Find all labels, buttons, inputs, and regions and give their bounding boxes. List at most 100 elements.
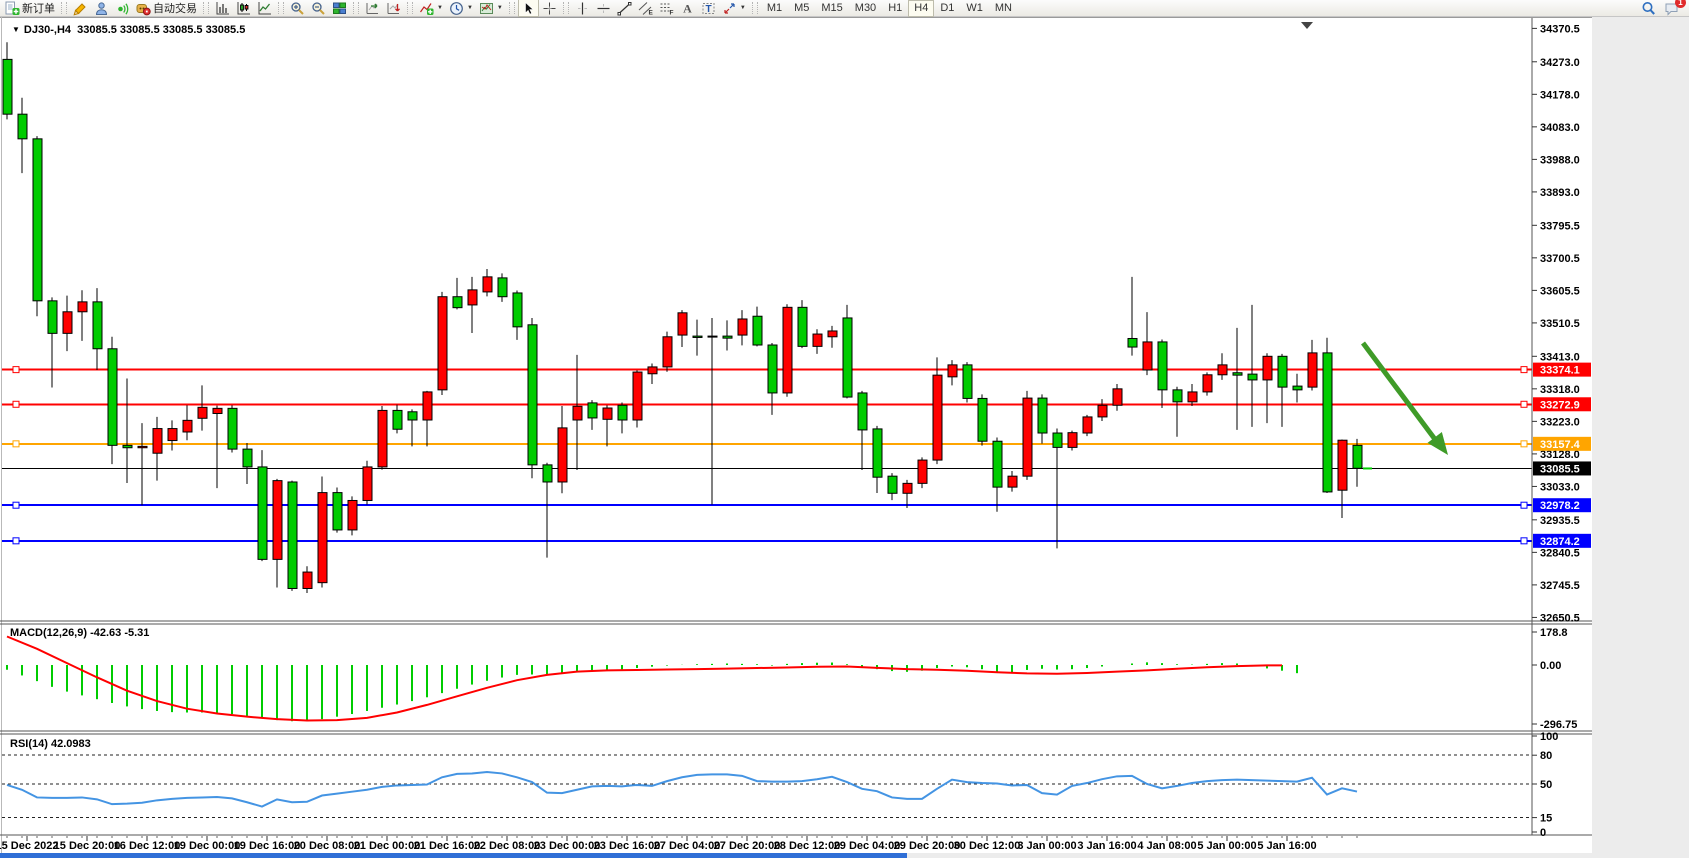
price-tick-label: 33988.0 — [1540, 154, 1580, 166]
date-tick-label: 3 Jan 16:00 — [1077, 840, 1136, 852]
candle-body — [633, 372, 642, 420]
symbol-dropdown-icon[interactable]: ▼ — [12, 25, 20, 34]
line-anchor[interactable] — [13, 441, 19, 447]
timeframe-M1-button[interactable]: M1 — [761, 0, 788, 17]
toolbar-line-chart-button[interactable] — [254, 0, 275, 17]
candle-body — [603, 408, 612, 419]
new-order-icon — [5, 1, 20, 16]
candle-body — [513, 293, 522, 327]
toolbar-templates-button[interactable]: ▼ — [476, 0, 506, 17]
signal-icon — [115, 1, 130, 16]
line-anchor[interactable] — [13, 367, 19, 373]
vline-icon — [575, 1, 590, 16]
chevron-down-icon[interactable]: ▼ — [497, 5, 503, 11]
toolbar-styler-button[interactable] — [70, 0, 91, 17]
candle-body — [918, 460, 927, 483]
candle-body — [1263, 356, 1272, 380]
candle-body — [903, 483, 912, 493]
candle-body — [18, 114, 27, 139]
macd-tick-label: -296.75 — [1540, 719, 1577, 731]
timeframe-MN-button[interactable]: MN — [989, 0, 1018, 17]
timeframe-H1-button[interactable]: H1 — [882, 0, 908, 17]
date-tick-label: 27 Dec 20:00 — [714, 840, 781, 852]
trendline-icon — [617, 1, 632, 16]
toolbar-cursor-button[interactable] — [518, 0, 539, 17]
date-tick-label: 5 Jan 16:00 — [1257, 840, 1316, 852]
toolbar-zoom-out-button[interactable] — [308, 0, 329, 17]
toolbar-bar-chart-button[interactable] — [212, 0, 233, 17]
toolbar: 新订单 自动交易 ▼ ▼ ▼ EFAT ▼ M1M5M15M30H1H4D1W1MN 1 — [0, 0, 1689, 17]
candle-body — [1323, 353, 1332, 492]
toolbar-fibonacci-retracement-button[interactable]: F — [656, 0, 677, 17]
toolbar-trendline-button[interactable] — [614, 0, 635, 17]
candle-body — [438, 297, 447, 390]
timeframe-M30-button[interactable]: M30 — [849, 0, 882, 17]
candle-body — [498, 278, 507, 297]
timeframe-M15-button[interactable]: M15 — [815, 0, 848, 17]
toolbar-candlestick-chart-button[interactable] — [233, 0, 254, 17]
candle-body — [1008, 476, 1017, 487]
candle-body — [1158, 342, 1167, 390]
line-anchor[interactable] — [13, 538, 19, 544]
toolbar-vertical-line-button[interactable] — [572, 0, 593, 17]
clock-icon — [449, 1, 464, 16]
svg-text:E: E — [648, 9, 653, 16]
line-anchor[interactable] — [1521, 502, 1527, 508]
toolbar-new-order-button[interactable]: 新订单 — [2, 0, 58, 17]
timeframe-D1-button[interactable]: D1 — [934, 0, 960, 17]
candle-body — [948, 365, 957, 377]
candle-body — [1068, 433, 1077, 448]
chart-canvas[interactable]: 34370.534273.034178.034083.033988.033893… — [0, 0, 1689, 858]
svg-text:33272.9: 33272.9 — [1540, 399, 1580, 411]
line-anchor[interactable] — [1521, 401, 1527, 407]
candle-body — [963, 365, 972, 399]
toolbar-periods-button[interactable]: ▼ — [446, 0, 476, 17]
price-tick-label: 34273.0 — [1540, 57, 1580, 69]
channel-icon: E — [638, 1, 653, 16]
candle-body — [318, 493, 327, 583]
date-tick-label: 16 Dec 12:00 — [114, 840, 181, 852]
toolbar-signals-button[interactable] — [112, 0, 133, 17]
toolbar-auto-scroll-button[interactable] — [383, 0, 404, 17]
chevron-down-icon[interactable]: ▼ — [467, 5, 473, 11]
toolbar-text-label-button[interactable]: T — [698, 0, 719, 17]
label-t-icon: T — [701, 1, 716, 16]
toolbar-tile-windows-button[interactable] — [329, 0, 350, 17]
price-tick-label: 32840.5 — [1540, 547, 1580, 559]
line-anchor[interactable] — [1521, 367, 1527, 373]
timeframe-H4-button[interactable]: H4 — [908, 0, 934, 17]
candle-body — [1083, 417, 1092, 433]
toolbar-equidistant-channel-button[interactable]: E — [635, 0, 656, 17]
toolbar-separator — [752, 2, 758, 14]
candle-body — [1353, 445, 1362, 468]
candle-body — [213, 408, 222, 413]
toolbar-auto-trading-button[interactable]: 自动交易 — [133, 0, 200, 17]
date-tick-label: 22 Dec 08:00 — [474, 840, 541, 852]
timeframe-M5-button[interactable]: M5 — [788, 0, 815, 17]
toolbar-text-button[interactable]: A — [677, 0, 698, 17]
toolbar-indicators-button[interactable]: ▼ — [416, 0, 446, 17]
timeframe-W1-button[interactable]: W1 — [960, 0, 989, 17]
toolbar-right-icons: 1 — [1641, 1, 1679, 16]
date-tick-label: 20 Dec 08:00 — [294, 840, 361, 852]
toolbar-search-button[interactable] — [1641, 1, 1656, 16]
toolbar-shift-chart-end-button[interactable] — [362, 0, 383, 17]
toolbar-arrows-button[interactable]: ▼ — [719, 0, 749, 17]
date-tick-label: 29 Dec 20:00 — [894, 840, 961, 852]
toolbar-crosshair-button[interactable] — [539, 0, 560, 17]
candle-body — [1248, 374, 1257, 380]
chevron-down-icon[interactable]: ▼ — [437, 5, 443, 11]
line-anchor[interactable] — [1521, 441, 1527, 447]
toolbar-notifications-button[interactable]: 1 — [1664, 1, 1679, 16]
line-anchor[interactable] — [13, 401, 19, 407]
line-anchor[interactable] — [13, 502, 19, 508]
toolbar-market-watch-button[interactable] — [91, 0, 112, 17]
auto-scroll-icon — [386, 1, 401, 16]
candle-body — [1023, 398, 1032, 476]
toolbar-horizontal-line-button[interactable] — [593, 0, 614, 17]
toolbar-zoom-in-button[interactable] — [287, 0, 308, 17]
line-anchor[interactable] — [1521, 538, 1527, 544]
chevron-down-icon[interactable]: ▼ — [740, 5, 746, 11]
price-tick-label: 33605.5 — [1540, 285, 1580, 297]
macd-tick-label: 0.00 — [1540, 660, 1561, 672]
